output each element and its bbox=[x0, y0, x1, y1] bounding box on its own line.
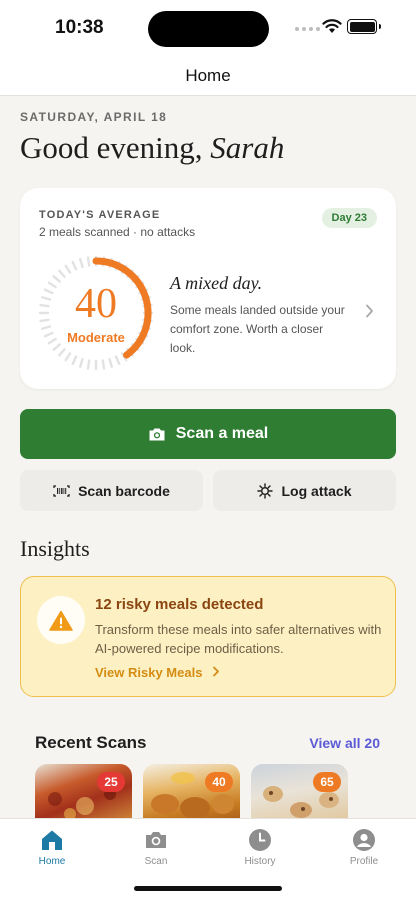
gauge-tick bbox=[114, 355, 121, 366]
tab-profile[interactable]: Profile bbox=[329, 828, 399, 867]
gauge-tick bbox=[64, 352, 72, 362]
chevron-right-icon bbox=[213, 666, 219, 677]
greeting-text: Good evening, bbox=[20, 130, 203, 165]
tab-scan[interactable]: Scan bbox=[121, 828, 191, 867]
score-badge: 65 bbox=[313, 772, 341, 792]
verdict-body: Some meals landed outside your comfort z… bbox=[170, 303, 345, 355]
card-title: TODAY'S AVERAGE bbox=[39, 209, 161, 221]
tab-history-label: History bbox=[244, 856, 276, 867]
risk-title: 12 risky meals detected bbox=[95, 596, 264, 613]
log-attack-button[interactable]: Log attack bbox=[213, 470, 396, 511]
home-indicator bbox=[134, 886, 282, 891]
log-attack-label: Log attack bbox=[281, 482, 352, 499]
chevron-right-icon bbox=[366, 304, 373, 318]
card-subtitle: 2 meals scanned · no attacks bbox=[39, 225, 196, 239]
gauge-tick bbox=[86, 256, 91, 267]
gauge-tick bbox=[71, 355, 78, 366]
day-streak-badge: Day 23 bbox=[321, 208, 377, 228]
scan-barcode-button[interactable]: Scan barcode bbox=[20, 470, 203, 511]
insights-heading: Insights bbox=[20, 536, 90, 561]
gauge-tick bbox=[64, 264, 72, 274]
scan-barcode-label: Scan barcode bbox=[78, 482, 170, 499]
status-time: 10:38 bbox=[55, 17, 104, 38]
score-value: 40 bbox=[75, 281, 117, 327]
tab-home[interactable]: Home bbox=[17, 828, 87, 867]
virus-icon bbox=[257, 482, 274, 499]
warning-icon bbox=[49, 610, 73, 631]
gauge-tick bbox=[58, 348, 66, 357]
score-badge: 40 bbox=[205, 772, 233, 792]
verdict-title: A mixed day. bbox=[170, 273, 263, 293]
gauge-tick bbox=[58, 269, 66, 278]
risky-meals-card[interactable]: 12 risky meals detected Transform these … bbox=[20, 576, 396, 697]
gauge-tick bbox=[108, 357, 113, 368]
gauge-tick bbox=[79, 357, 84, 368]
user-name: Sarah bbox=[210, 130, 285, 165]
view-all-link[interactable]: View all 20 bbox=[309, 735, 380, 751]
view-risky-meals-link[interactable]: View Risky Meals bbox=[95, 665, 220, 680]
gauge-tick bbox=[86, 359, 91, 370]
camera-icon bbox=[146, 832, 166, 848]
battery-icon bbox=[347, 19, 381, 34]
nav-bar: Home bbox=[0, 58, 416, 96]
dynamic-island bbox=[148, 11, 269, 47]
score-badge: 25 bbox=[97, 772, 125, 792]
signal-icon bbox=[295, 27, 320, 31]
recent-scan-thumbnail[interactable]: 65 bbox=[251, 764, 348, 822]
wifi-icon bbox=[322, 19, 342, 33]
status-bar: 10:38 bbox=[0, 0, 416, 58]
tab-history[interactable]: History bbox=[225, 828, 295, 867]
recent-scan-thumbnail[interactable]: 25 bbox=[35, 764, 132, 822]
tab-scan-label: Scan bbox=[144, 856, 168, 867]
score-label: Moderate bbox=[67, 330, 125, 345]
tab-profile-label: Profile bbox=[349, 856, 379, 867]
warning-icon-wrap bbox=[37, 596, 85, 644]
recent-scans-heading: Recent Scans bbox=[35, 733, 147, 752]
risk-body: Transform these meals into safer alterna… bbox=[95, 622, 382, 656]
gauge-tick bbox=[101, 359, 106, 370]
page-title: Home bbox=[185, 66, 231, 85]
todays-average-card[interactable]: TODAY'S AVERAGE 2 meals scanned · no att… bbox=[20, 188, 396, 389]
scan-meal-label: Scan a meal bbox=[175, 425, 269, 442]
clock-icon bbox=[249, 829, 271, 851]
gauge-tick bbox=[71, 260, 78, 271]
camera-icon bbox=[149, 428, 165, 440]
recent-scan-thumbnail[interactable]: 40 bbox=[143, 764, 240, 822]
person-icon bbox=[353, 829, 375, 851]
date-label: SATURDAY, APRIL 18 bbox=[20, 110, 168, 124]
home-icon bbox=[42, 830, 62, 850]
barcode-icon bbox=[53, 484, 70, 497]
view-risky-meals-label: View Risky Meals bbox=[95, 665, 203, 680]
gauge-tick bbox=[52, 343, 61, 351]
scan-meal-button[interactable]: Scan a meal bbox=[20, 409, 396, 459]
gauge-tick bbox=[79, 258, 84, 269]
greeting: Good evening, Sarah bbox=[20, 130, 284, 166]
tab-home-label: Home bbox=[38, 856, 66, 867]
